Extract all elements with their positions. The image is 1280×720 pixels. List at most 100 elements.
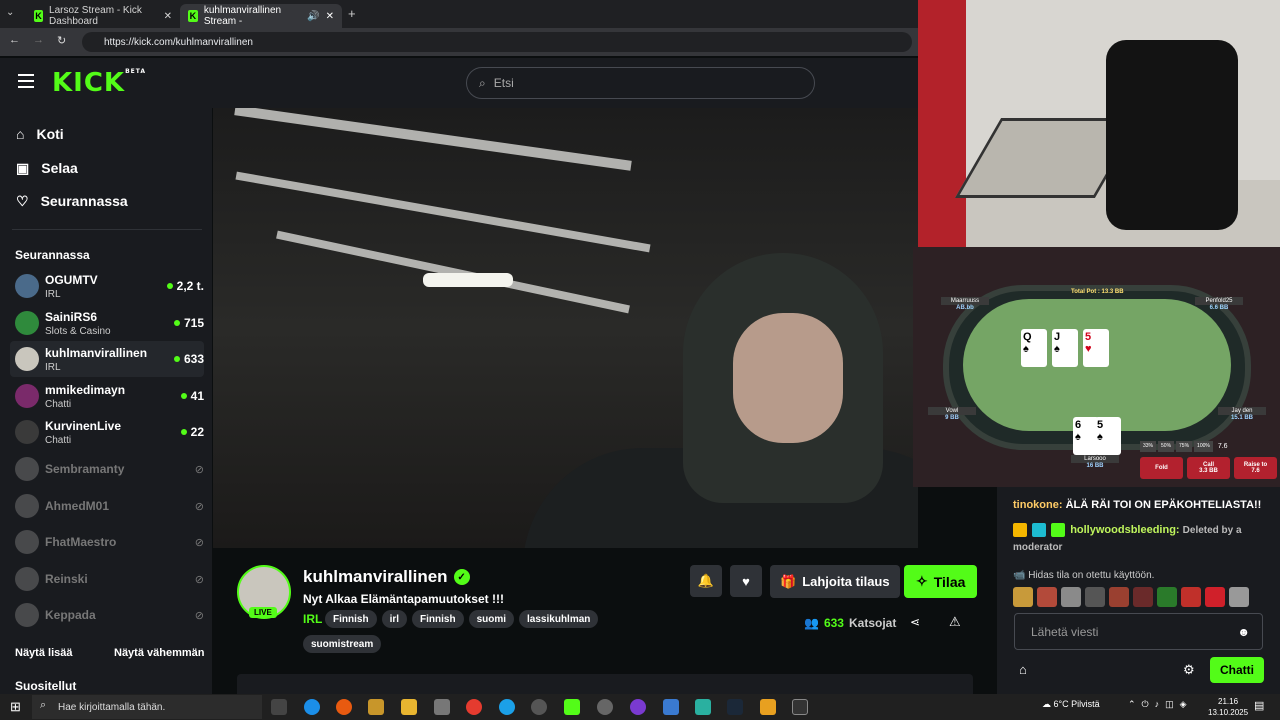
chrome-icon[interactable] <box>466 699 482 715</box>
sidebar-nav-home[interactable]: ⌂ Koti <box>16 122 64 146</box>
category-link[interactable]: IRL <box>303 612 322 626</box>
chat-username[interactable]: hollywoodsbleeding <box>1070 524 1176 536</box>
emote-icon[interactable] <box>1133 587 1153 607</box>
gear-icon[interactable]: ⚙ <box>1183 662 1195 678</box>
emote-icon[interactable] <box>1061 587 1081 607</box>
report-icon[interactable]: ⚠ <box>949 614 961 630</box>
taskbar-search-input[interactable]: Hae kirjoittamalla tähän. <box>32 695 262 719</box>
calculator-icon[interactable] <box>663 699 679 715</box>
app-icon[interactable] <box>434 699 450 715</box>
video-player[interactable] <box>213 108 918 548</box>
windows-start-icon[interactable]: ⊞ <box>10 699 21 715</box>
chat-message: hollywoodsbleeding: Deleted by a moderat… <box>1013 523 1242 553</box>
channel-name: SainiRS6 <box>45 309 98 324</box>
obs-icon[interactable] <box>531 699 547 715</box>
tab-kick-dashboard[interactable]: K Larsoz Stream - Kick Dashboard ✕ <box>26 4 180 28</box>
shield-app-icon[interactable] <box>368 699 384 715</box>
menu-icon[interactable] <box>18 74 34 88</box>
sidebar-nav-following[interactable]: ♡ Seurannassa <box>16 189 128 213</box>
app-icon[interactable] <box>760 699 776 715</box>
streamer-name[interactable]: kuhlmanvirallinen ✓ <box>303 567 470 587</box>
fold-button[interactable]: Fold <box>1140 457 1183 479</box>
bet-preset-button[interactable]: 75% <box>1176 441 1193 452</box>
close-icon[interactable]: ✕ <box>326 11 334 22</box>
clock[interactable]: 21.16 13.10.2025 <box>1208 696 1248 718</box>
sidebar-channel[interactable]: Keppada ⊘ <box>10 597 204 633</box>
chat-send-button[interactable]: Chatti <box>1210 657 1264 683</box>
call-button[interactable]: Call 3.3 BB <box>1187 457 1230 479</box>
emote-icon[interactable] <box>1085 587 1105 607</box>
emoji-icon[interactable]: ☻ <box>1237 625 1250 639</box>
show-more-button[interactable]: Näytä lisää <box>15 647 72 659</box>
file-explorer-icon[interactable] <box>401 699 417 715</box>
channel-avatar <box>15 274 39 298</box>
new-tab-icon[interactable]: + <box>348 6 356 21</box>
edge-icon[interactable] <box>304 699 320 715</box>
sidebar-channel[interactable]: AhmedM01 ⊘ <box>10 488 204 524</box>
store-icon[interactable]: ⌂ <box>1019 662 1027 677</box>
media-player-icon[interactable] <box>597 699 613 715</box>
emote-icon[interactable] <box>1013 587 1033 607</box>
tag[interactable]: irl <box>381 610 408 628</box>
ggpoker-icon[interactable] <box>792 699 808 715</box>
app-icon[interactable] <box>630 699 646 715</box>
sidebar-channel[interactable]: Sembramanty ⊘ <box>10 451 204 487</box>
bet-preset-button[interactable]: 33% <box>1140 441 1157 452</box>
kick-app-icon[interactable] <box>564 699 580 715</box>
weather-widget[interactable]: ☁ 6°C Pilvistä <box>1042 699 1100 710</box>
show-less-button[interactable]: Näytä vähemmän <box>114 647 205 659</box>
tag[interactable]: lassikuhlman <box>519 610 599 628</box>
chat-input[interactable]: Lähetä viesti ☻ <box>1014 613 1263 650</box>
sidebar-channel[interactable]: OGUMTV IRL 2,2 t. <box>10 268 204 304</box>
notification-bell-button[interactable]: 🔔 <box>690 565 722 597</box>
emote-icon[interactable] <box>1205 587 1225 607</box>
channel-info: Sembramanty <box>45 462 195 476</box>
reload-icon[interactable]: ↻ <box>57 34 66 47</box>
bet-preset-button[interactable]: 100% <box>1194 441 1213 452</box>
channel-name: Sembramanty <box>45 462 125 476</box>
edge-icon[interactable] <box>499 699 515 715</box>
emote-icon[interactable] <box>1229 587 1249 607</box>
gift-subscription-button[interactable]: 🎁 Lahjoita tilaus <box>770 565 900 598</box>
steam-icon[interactable] <box>727 699 743 715</box>
chat-username[interactable]: tinokone <box>1013 499 1059 511</box>
tag[interactable]: Finnish <box>325 610 377 628</box>
share-icon[interactable]: ⋖ <box>910 615 920 629</box>
sidebar-channel[interactable]: SainiRS6 Slots & Casino 715 <box>10 305 204 341</box>
system-tray-icons[interactable]: ⌃⏻♪◫◈ <box>1128 699 1193 710</box>
follow-heart-button[interactable]: ♥ <box>730 565 762 597</box>
sidebar-channel[interactable]: Reinski ⊘ <box>10 561 204 597</box>
emote-icon[interactable] <box>1181 587 1201 607</box>
search-input[interactable]: ⌕ Etsi <box>466 67 815 99</box>
back-icon[interactable]: ← <box>9 34 20 46</box>
sidebar-channel[interactable]: mmikedimayn Chatti 41 <box>10 378 204 414</box>
tag[interactable]: Finnish <box>412 610 464 628</box>
live-dot-icon <box>166 283 173 289</box>
player-stack: 15.1 BB <box>1230 415 1253 421</box>
forward-icon[interactable]: → <box>33 34 44 46</box>
speaker-icon[interactable]: 🔊 <box>307 11 319 22</box>
subscribe-button[interactable]: ✧ Tilaa <box>904 565 978 598</box>
emote-icon[interactable] <box>1037 587 1057 607</box>
notification-icon[interactable]: ▤ <box>1254 699 1264 712</box>
sidebar-nav-browse[interactable]: ▣ Selaa <box>16 156 78 180</box>
fire-app-icon[interactable] <box>336 699 352 715</box>
sidebar-channel[interactable]: KurvinenLive Chatti 22 <box>10 414 204 450</box>
tag[interactable]: suomi <box>468 610 515 628</box>
tab-kuhlmanvirallinen[interactable]: K kuhlmanvirallinen Stream - 🔊 ✕ <box>180 4 342 28</box>
sidebar-channel[interactable]: FhatMaestro ⊘ <box>10 524 204 560</box>
tab-list-icon[interactable]: ⌄ <box>6 7 14 18</box>
emote-icon[interactable] <box>1157 587 1177 607</box>
emote-icon[interactable] <box>1109 587 1129 607</box>
kick-logo[interactable]: KICKBETA <box>52 68 146 98</box>
url-bar[interactable]: https://kick.com/kuhlmanvirallinen <box>82 32 912 52</box>
player-seat: Larsooo 16 BB <box>1071 455 1119 469</box>
app-icon[interactable] <box>695 699 711 715</box>
task-view-icon[interactable] <box>271 699 287 715</box>
raise-button[interactable]: Raise to 7.6 <box>1234 457 1277 479</box>
close-icon[interactable]: ✕ <box>164 11 172 22</box>
live-dot-icon <box>173 320 180 326</box>
tag[interactable]: suomistream <box>303 635 382 653</box>
bet-preset-button[interactable]: 50% <box>1158 441 1175 452</box>
sidebar-channel[interactable]: kuhlmanvirallinen IRL 633 <box>10 341 204 377</box>
